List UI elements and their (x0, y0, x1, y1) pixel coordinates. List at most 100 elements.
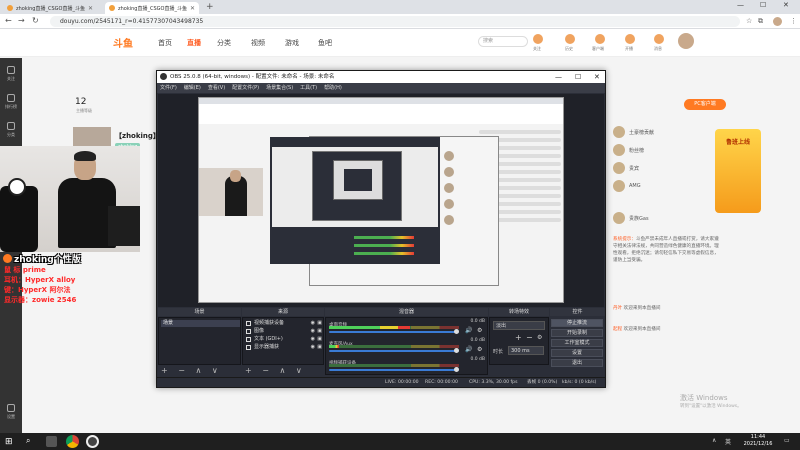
rank-row[interactable]: 土豪榜贡献 (613, 125, 713, 139)
site-search-input[interactable]: 搜索 (478, 36, 528, 47)
obs-title-bar[interactable]: OBS 25.0.8 (64-bit, windows) - 配置文件: 未命名… (157, 71, 605, 83)
volume-knob[interactable] (454, 348, 459, 353)
visibility-eye-icon[interactable]: ◉ (311, 328, 315, 335)
left-nav-follow[interactable]: 关注 (3, 66, 19, 82)
exit-button[interactable]: 退出 (551, 359, 603, 367)
obs-preview[interactable] (158, 94, 604, 307)
new-tab-button[interactable]: + (206, 2, 214, 12)
close-tab-icon[interactable]: ✕ (190, 5, 195, 12)
source-item[interactable]: 视频捕获设备 ◉ ▣ (245, 320, 322, 327)
visibility-eye-icon[interactable]: ◉ (311, 344, 315, 351)
clock[interactable]: 11:44 2021/12/16 (741, 434, 775, 448)
douyu-logo[interactable]: 斗鱼 (113, 35, 133, 50)
follow-icon[interactable] (533, 34, 543, 44)
history-icon[interactable] (565, 34, 575, 44)
lock-icon[interactable]: ▣ (317, 344, 322, 351)
message-icon[interactable] (654, 34, 664, 44)
lock-icon[interactable]: ▣ (317, 336, 322, 343)
rank-row[interactable]: 粉丝榜 (613, 143, 713, 157)
menu-scene-collection[interactable]: 场景集合(S) (266, 83, 293, 93)
task-view-icon[interactable] (46, 436, 57, 447)
duration-input[interactable]: 300 ms (508, 346, 544, 355)
volume-slider[interactable] (329, 329, 459, 334)
address-bar[interactable]: douyu.com/2545171_r=0.41577307043498735 (50, 16, 740, 27)
nav-video[interactable]: 视频 (251, 38, 265, 48)
obs-minimize-button[interactable]: — (555, 71, 562, 83)
obs-taskbar-icon[interactable] (86, 435, 99, 448)
volume-slider[interactable] (329, 367, 459, 372)
pc-client-button[interactable]: PC客户端 (684, 99, 726, 110)
gear-icon[interactable]: ⚙ (537, 334, 542, 341)
chrome-icon[interactable] (66, 435, 79, 448)
nav-home[interactable]: 首页 (158, 38, 172, 48)
rank-row[interactable]: AMG (613, 179, 713, 193)
remove-transition-icon[interactable]: − (526, 333, 533, 342)
profile-avatar[interactable] (773, 17, 782, 26)
source-toolbar[interactable]: + − ∧ ∨ (242, 366, 324, 376)
nav-live[interactable]: 直播 (187, 38, 201, 48)
nav-yuba[interactable]: 鱼吧 (318, 38, 332, 48)
source-item[interactable]: 文本 (GDI+) ◉ ▣ (245, 336, 322, 343)
promo-banner[interactable]: 鲁班上线 (715, 129, 761, 213)
lock-icon[interactable]: ▣ (317, 328, 322, 335)
speaker-icon[interactable]: 🔊 (465, 346, 472, 353)
close-window-button[interactable]: ✕ (783, 1, 789, 9)
obs-close-button[interactable]: ✕ (594, 71, 600, 83)
menu-profile[interactable]: 配置文件(P) (232, 83, 259, 93)
notification-icon[interactable]: ▭ (784, 437, 790, 444)
add-transition-icon[interactable]: + (515, 333, 522, 342)
search-icon[interactable]: ⌕ (26, 436, 39, 449)
source-item[interactable]: 显示器捕获 ◉ ▣ (245, 344, 322, 351)
visibility-eye-icon[interactable]: ◉ (311, 320, 315, 327)
visibility-eye-icon[interactable]: ◉ (311, 336, 315, 343)
menu-help[interactable]: 帮助(H) (324, 83, 342, 93)
menu-view[interactable]: 查看(V) (208, 83, 225, 93)
nav-category[interactable]: 分类 (217, 38, 231, 48)
bookmark-star-icon[interactable]: ☆ (746, 17, 752, 25)
forward-icon[interactable]: → (18, 16, 25, 25)
left-nav-settings[interactable]: 设置 (3, 404, 19, 420)
close-tab-icon[interactable]: ✕ (88, 5, 93, 12)
studio-mode-button[interactable]: 工作室模式 (551, 339, 603, 347)
lock-icon[interactable]: ▣ (317, 320, 322, 327)
client-icon[interactable] (595, 34, 605, 44)
settings-button[interactable]: 设置 (551, 349, 603, 357)
gear-icon[interactable]: ⚙ (477, 327, 482, 334)
menu-kebab-icon[interactable]: ⋮ (790, 17, 797, 25)
extensions-icon[interactable]: ⧉ (758, 17, 763, 26)
maximize-button[interactable]: ☐ (760, 1, 766, 9)
user-avatar[interactable] (678, 33, 694, 49)
chat-user[interactable]: 起程 (613, 327, 622, 332)
gear-icon[interactable]: ⚙ (477, 346, 482, 353)
scene-toolbar[interactable]: + − ∧ ∨ (158, 366, 241, 376)
back-icon[interactable]: ← (5, 16, 12, 25)
start-recording-button[interactable]: 开始录制 (551, 329, 603, 337)
left-nav-rank[interactable]: 排行榜 (3, 94, 19, 110)
rank-row[interactable]: 贵宾 (613, 161, 713, 175)
tray-chevron-icon[interactable]: ∧ (712, 437, 716, 444)
chat-user[interactable]: 丹叶 (613, 306, 622, 311)
browser-tab-active[interactable]: zhoking直播_CSGO直播_斗鱼... ✕ (105, 2, 199, 14)
browser-tab[interactable]: zhoking直播_CSGO直播_斗鱼... ✕ (3, 2, 97, 14)
minimize-button[interactable]: — (737, 1, 744, 9)
input-method-icon[interactable]: 英 (725, 437, 731, 446)
menu-tools[interactable]: 工具(T) (300, 83, 317, 93)
stop-streaming-button[interactable]: 停止推流 (551, 319, 603, 327)
menu-edit[interactable]: 编辑(E) (184, 83, 201, 93)
left-nav-category[interactable]: 分类 (3, 122, 19, 138)
scene-item[interactable]: 场景 (161, 320, 240, 327)
reload-icon[interactable]: ↻ (32, 16, 39, 25)
speaker-icon[interactable]: 🔊 (465, 327, 472, 334)
nested-capture-level-4 (344, 169, 372, 191)
menu-file[interactable]: 文件(F) (160, 83, 177, 93)
volume-slider[interactable] (329, 348, 459, 353)
windows-start-icon[interactable]: ⊞ (5, 437, 13, 447)
nav-game[interactable]: 游戏 (285, 38, 299, 48)
rank-row[interactable]: 贵族Gas (613, 211, 713, 225)
broadcast-icon[interactable] (625, 34, 635, 44)
volume-knob[interactable] (454, 329, 459, 334)
source-item[interactable]: 图像 ◉ ▣ (245, 328, 322, 335)
transition-select[interactable]: 淡出 (493, 321, 545, 330)
obs-maximize-button[interactable]: ☐ (575, 71, 581, 83)
volume-knob[interactable] (454, 367, 459, 372)
